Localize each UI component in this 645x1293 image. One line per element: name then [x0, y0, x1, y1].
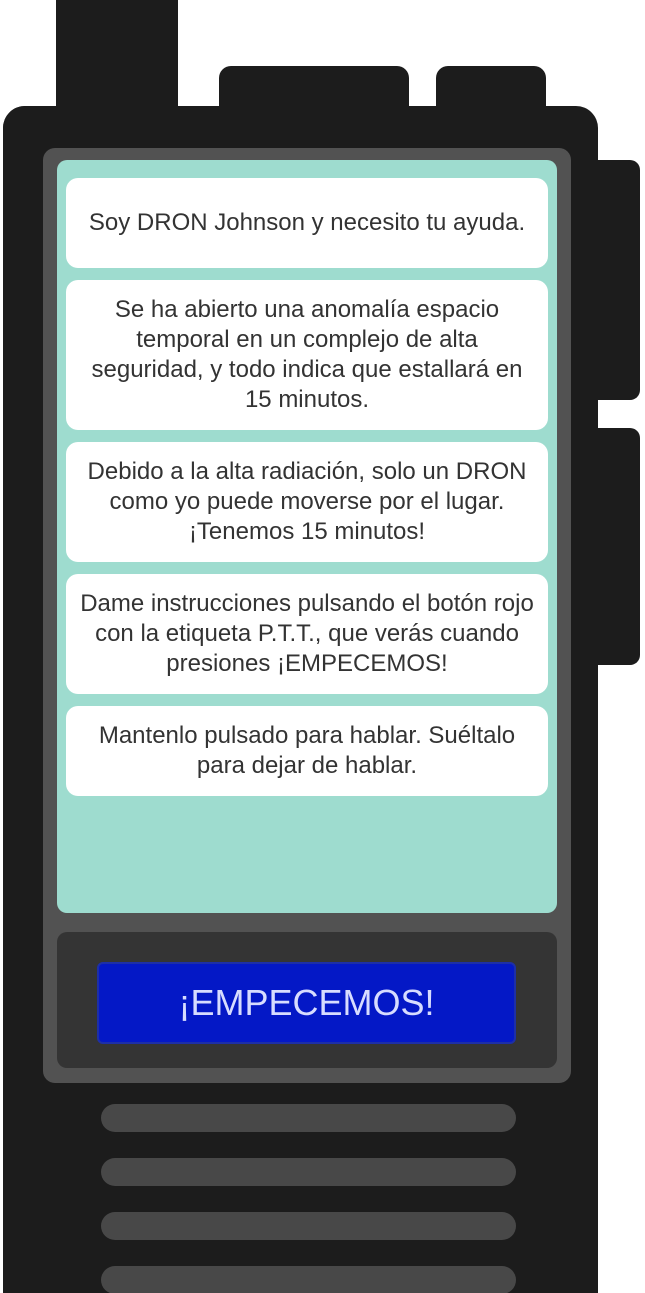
- start-button[interactable]: ¡EMPECEMOS!: [97, 962, 516, 1044]
- speaker-grille-slot: [101, 1266, 516, 1293]
- message-bubble: Se ha abierto una anomalía espacio tempo…: [66, 280, 548, 430]
- speaker-grille-slot: [101, 1158, 516, 1186]
- message-text: Dame instrucciones pulsando el botón roj…: [80, 590, 534, 677]
- speaker-grille-slot: [101, 1104, 516, 1132]
- start-button-label: ¡EMPECEMOS!: [178, 982, 435, 1023]
- message-text: Mantenlo pulsado para hablar. Suéltalo p…: [98, 722, 516, 779]
- message-bubble: Soy DRON Johnson y necesito tu ayuda.: [66, 178, 548, 268]
- message-bubble: Dame instrucciones pulsando el botón roj…: [66, 574, 548, 694]
- side-button-top: [590, 160, 640, 400]
- side-button-bottom: [590, 428, 640, 665]
- message-bubble: Mantenlo pulsado para hablar. Suéltalo p…: [66, 706, 548, 796]
- message-text: Debido a la alta radiación, solo un DRON…: [87, 458, 527, 545]
- message-bubble: Debido a la alta radiación, solo un DRON…: [66, 442, 548, 562]
- radio-screen: Soy DRON Johnson y necesito tu ayuda. Se…: [57, 160, 557, 913]
- speaker-grille-slot: [101, 1212, 516, 1240]
- walkie-talkie-app: Soy DRON Johnson y necesito tu ayuda. Se…: [0, 0, 645, 1293]
- message-text: Soy DRON Johnson y necesito tu ayuda.: [88, 209, 526, 236]
- message-text: Se ha abierto una anomalía espacio tempo…: [91, 296, 523, 413]
